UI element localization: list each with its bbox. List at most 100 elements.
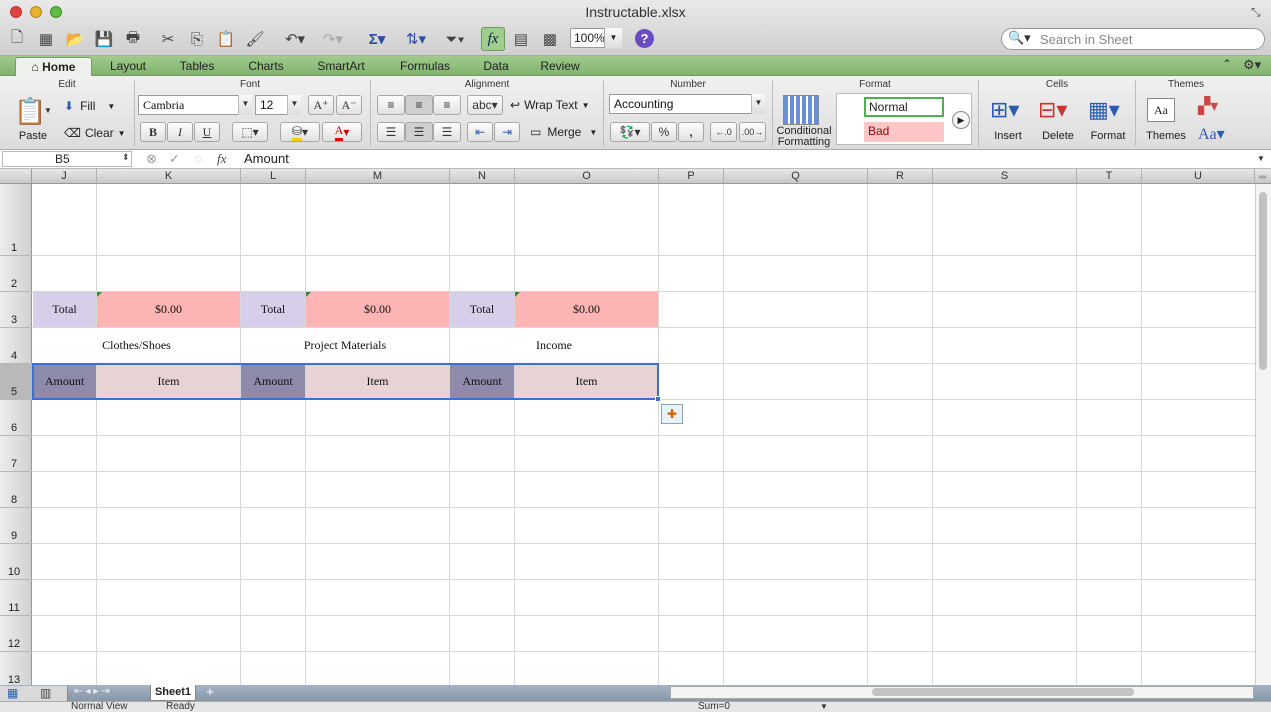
tab-charts[interactable]: Charts [236, 57, 296, 76]
cell-l5[interactable]: Amount [241, 364, 305, 399]
cell-k3[interactable]: $0.00 [97, 292, 240, 327]
font-name-select[interactable]: Cambria [138, 95, 252, 115]
merge-button[interactable]: ▭ Merge ▼ [530, 123, 597, 141]
normal-view-icon[interactable]: ▦ [7, 686, 18, 700]
enter-icon[interactable]: ✓ [169, 151, 180, 167]
row-header-10[interactable]: 10 [0, 544, 32, 580]
sort-icon[interactable]: ⇅▾ [399, 27, 433, 51]
cell-o5[interactable]: Item [515, 364, 658, 399]
italic-button[interactable]: I [167, 122, 193, 142]
tab-formulas[interactable]: Formulas [389, 57, 461, 76]
gallery-icon[interactable]: ▤ [508, 27, 534, 51]
row-header-4[interactable]: 4 [0, 328, 32, 364]
help-icon[interactable]: ? [635, 29, 654, 48]
column-header-p[interactable]: P [659, 169, 724, 184]
align-center-icon[interactable]: ☰ [405, 122, 433, 142]
tab-review[interactable]: Review [530, 57, 590, 76]
underline-button[interactable]: U [194, 122, 220, 142]
split-handle-icon[interactable]: ═ [1259, 172, 1266, 183]
error-indicator-icon[interactable] [515, 292, 520, 297]
number-format-dropdown-icon[interactable]: ▼ [751, 94, 765, 114]
undo-icon[interactable]: ↶▾ [278, 27, 312, 51]
name-box-stepper-icon[interactable]: ⬍ [122, 152, 130, 163]
bold-button[interactable]: B [140, 122, 166, 142]
redo-icon[interactable]: ↷▾ [316, 27, 350, 51]
theme-colors-icon[interactable]: ▞▾ [1198, 96, 1218, 116]
name-box[interactable]: B5 [2, 151, 132, 167]
filter-icon[interactable]: ⏷▾ [440, 27, 470, 51]
align-top-icon[interactable]: ≡ [377, 95, 405, 115]
fill-color-icon[interactable]: ⛁ ▾ [280, 122, 320, 142]
fullscreen-icon[interactable]: ⤡ [1251, 5, 1261, 20]
borders-icon[interactable]: ⬚▾ [232, 122, 268, 142]
row-header-8[interactable]: 8 [0, 472, 32, 508]
style-normal[interactable]: Normal [864, 97, 944, 117]
cancel-icon[interactable]: ⊗ [146, 151, 157, 167]
cell-n4-merged[interactable]: Income [450, 328, 658, 363]
format-button[interactable]: Format [1084, 130, 1132, 142]
wrap-text-button[interactable]: ↩ Wrap Text ▼ [510, 96, 590, 114]
collapse-ribbon-icon[interactable]: ⌃ [1222, 57, 1232, 71]
ribbon-settings-icon[interactable]: ⚙▾ [1243, 57, 1261, 73]
decrease-decimal-icon[interactable]: .00→ [739, 122, 766, 142]
style-bad[interactable]: Bad [864, 122, 944, 142]
column-header-l[interactable]: L [241, 169, 306, 184]
sum-dropdown-icon[interactable]: ▼ [820, 702, 828, 711]
add-sheet-button[interactable]: + [202, 684, 218, 699]
text-orientation-button[interactable]: abc ▾ [467, 95, 503, 115]
row-header-3[interactable]: 3 [0, 292, 32, 328]
fill-button[interactable]: ⬇ Fill ▼ [64, 96, 124, 116]
align-middle-icon[interactable]: ≡ [405, 95, 433, 115]
increase-font-size-icon[interactable]: A⁺ [308, 95, 334, 115]
new-document-icon[interactable]: 🗋 [4, 27, 30, 51]
select-all-corner[interactable] [0, 169, 32, 184]
page-layout-view-icon[interactable]: ▥ [40, 686, 51, 700]
sum-status[interactable]: Sum=0 [698, 702, 730, 712]
tab-data[interactable]: Data [472, 57, 520, 76]
cell-o3[interactable]: $0.00 [515, 292, 658, 327]
paste-small-icon[interactable]: 📋 [213, 27, 239, 51]
align-bottom-icon[interactable]: ≡ [433, 95, 461, 115]
theme-fonts-button[interactable]: Aa▾ [1198, 124, 1225, 144]
sheet-navigation-icon[interactable]: ⇤◂▸⇥ [74, 686, 113, 697]
font-color-icon[interactable]: A ▾ [322, 122, 362, 142]
font-size-dropdown-icon[interactable]: ▼ [287, 95, 301, 115]
cell-n5[interactable]: Amount [450, 364, 514, 399]
autosum-icon[interactable]: Σ▾ [362, 27, 392, 51]
number-format-select[interactable]: Accounting [609, 94, 765, 114]
column-header-o[interactable]: O [515, 169, 659, 184]
column-header-m[interactable]: M [306, 169, 450, 184]
sheet-tab-sheet1[interactable]: Sheet1 [150, 685, 196, 701]
row-header-2[interactable]: 2 [0, 256, 32, 292]
cut-icon[interactable]: ✂ [155, 27, 181, 51]
zoom-dropdown-icon[interactable]: ▼ [604, 28, 622, 48]
column-header-k[interactable]: K [97, 169, 241, 184]
search-input[interactable]: Search in Sheet [1001, 28, 1265, 50]
templates-icon[interactable]: ▦ [33, 27, 59, 51]
decrease-font-size-icon[interactable]: A⁻ [336, 95, 362, 115]
column-header-j[interactable]: J [32, 169, 97, 184]
increase-decimal-icon[interactable]: ←.0 [710, 122, 737, 142]
conditional-formatting-icon[interactable] [783, 95, 819, 125]
cell-l4-merged[interactable]: Project Materials [241, 328, 449, 363]
column-header-n[interactable]: N [450, 169, 515, 184]
toolbox-icon[interactable]: ▩ [537, 27, 563, 51]
cell-k5[interactable]: Item [97, 364, 240, 399]
clear-button[interactable]: ⌫ Clear ▼ [64, 123, 128, 143]
insert-cells-icon[interactable]: ⊞▾ [990, 97, 1019, 123]
tab-smartart[interactable]: SmartArt [305, 57, 377, 76]
comma-style-button[interactable]: , [678, 122, 704, 142]
row-header-12[interactable]: 12 [0, 616, 32, 652]
insert-button[interactable]: Insert [986, 130, 1030, 142]
themes-icon[interactable]: Aa [1147, 98, 1175, 122]
tab-tables[interactable]: Tables [167, 57, 227, 76]
paste-options-icon[interactable]: ✚ [661, 404, 683, 424]
format-painter-icon[interactable]: 🖌 [242, 27, 268, 51]
error-indicator-icon[interactable] [97, 292, 102, 297]
row-header-1[interactable]: 1 [0, 184, 32, 256]
fill-handle[interactable] [655, 396, 661, 402]
column-header-q[interactable]: Q [724, 169, 868, 184]
currency-format-icon[interactable]: 💱▾ [610, 122, 650, 142]
cell-j5[interactable]: Amount [33, 364, 96, 399]
format-cells-icon[interactable]: ▦▾ [1088, 97, 1120, 123]
